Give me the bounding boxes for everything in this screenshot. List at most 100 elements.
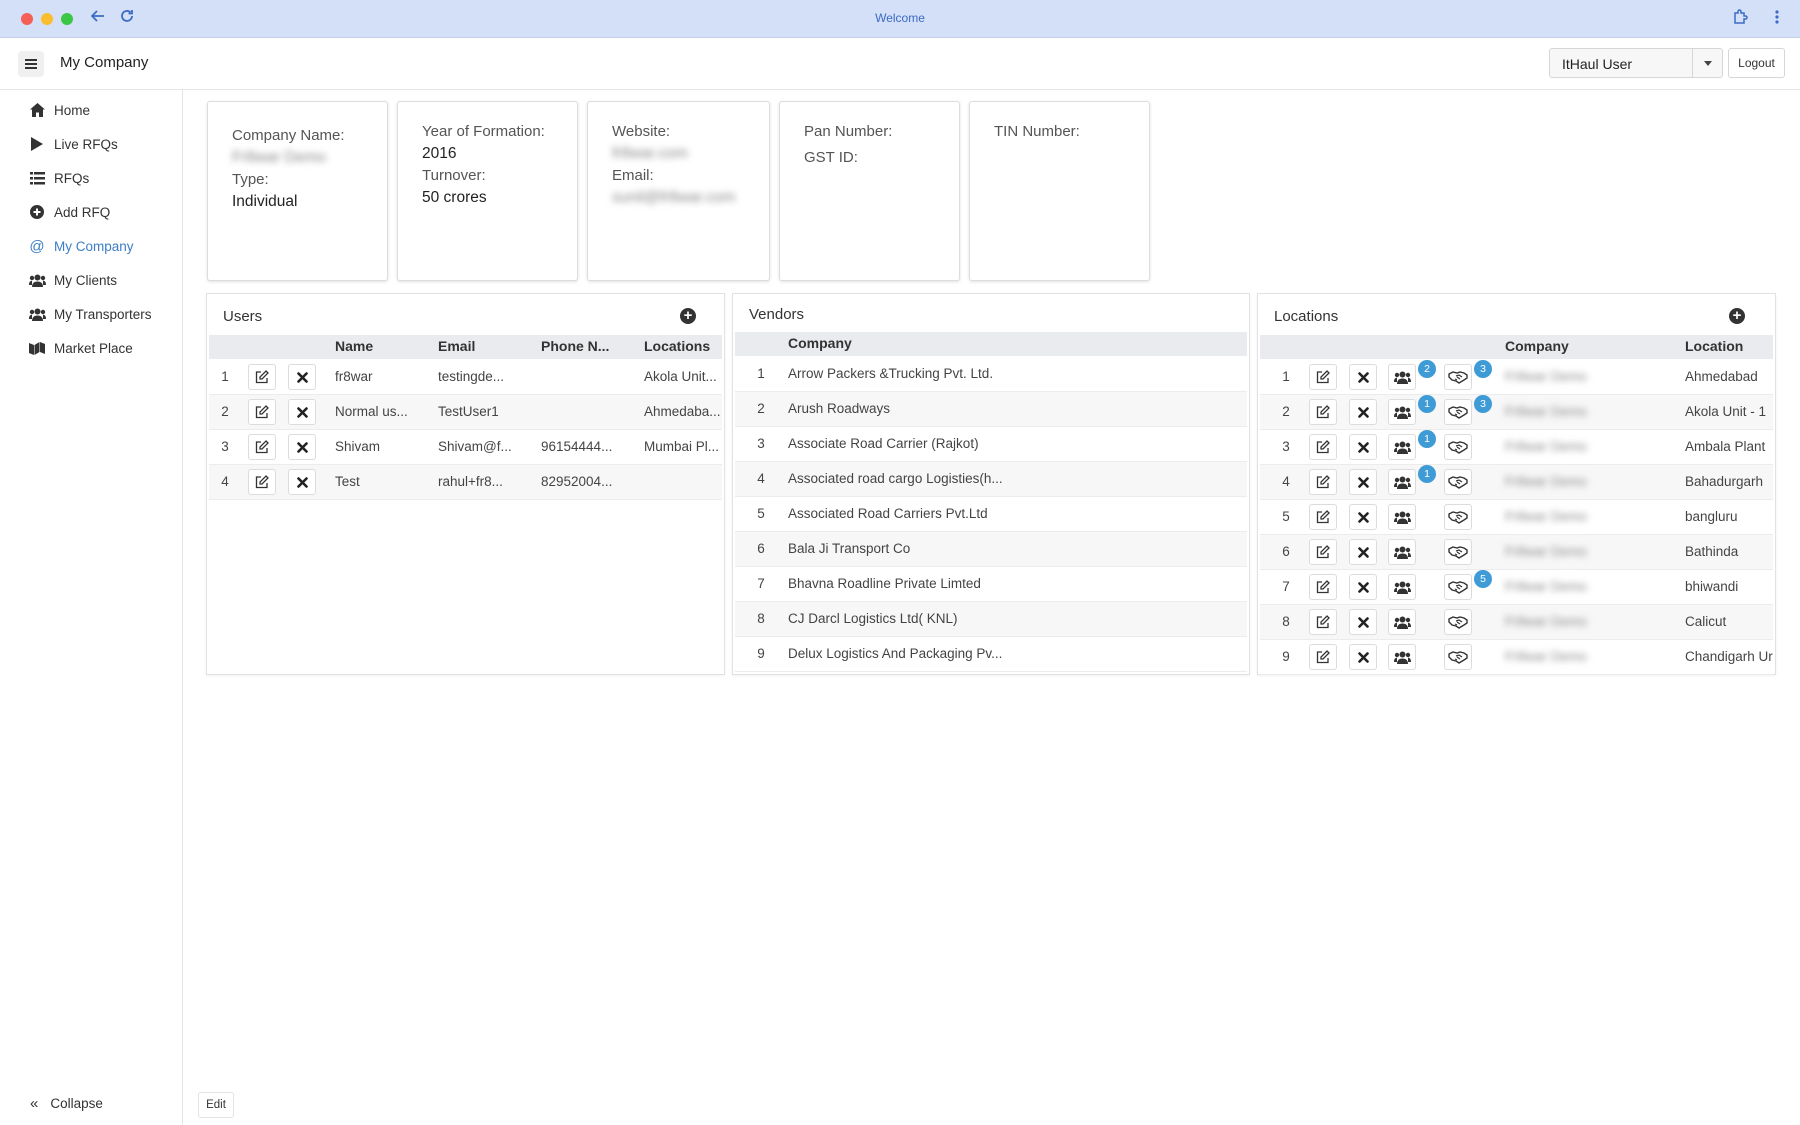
row-index: 9 <box>1282 649 1290 664</box>
sidebar-item-my-transporters[interactable]: My Transporters <box>28 304 152 324</box>
double-chevron-left-icon: « <box>30 1095 39 1112</box>
page-title: My Company <box>60 54 149 71</box>
edit-icon[interactable] <box>1309 399 1337 425</box>
edit-icon[interactable] <box>248 399 276 425</box>
table-row: 8 Fr8war Demo Calicut <box>1260 605 1773 640</box>
edit-icon[interactable] <box>1309 434 1337 460</box>
edit-icon[interactable] <box>1309 364 1337 390</box>
delete-icon[interactable] <box>1349 574 1377 600</box>
add-user-button[interactable]: + <box>680 308 696 324</box>
sidebar-item-home[interactable]: Home <box>28 100 90 120</box>
delete-icon[interactable] <box>1349 609 1377 635</box>
handshake-icon[interactable] <box>1444 609 1472 635</box>
sidebar-item-add-rfq[interactable]: Add RFQ <box>28 202 110 222</box>
row-index: 9 <box>757 646 765 661</box>
edit-icon[interactable] <box>1309 504 1337 530</box>
more-options-icon[interactable] <box>1775 9 1779 31</box>
handshake-icon[interactable] <box>1444 399 1472 425</box>
edit-icon[interactable] <box>1309 574 1337 600</box>
delete-icon[interactable] <box>288 434 316 460</box>
edit-icon[interactable] <box>248 469 276 495</box>
row-index: 3 <box>1282 439 1290 454</box>
email-value: sunil@fr8war.com <box>612 189 736 206</box>
handshake-icon[interactable] <box>1444 364 1472 390</box>
table-row[interactable]: 8 CJ Darcl Logistics Ltd( KNL) <box>735 602 1247 637</box>
delete-icon[interactable] <box>1349 364 1377 390</box>
home-icon <box>28 101 46 119</box>
table-row[interactable]: 5 Associated Road Carriers Pvt.Ltd <box>735 497 1247 532</box>
handshake-icon[interactable] <box>1444 539 1472 565</box>
collapse-button[interactable]: « Collapse <box>30 1095 103 1112</box>
play-icon <box>28 135 46 153</box>
menu-toggle-button[interactable] <box>18 51 44 77</box>
cell-company: Associated road cargo Logisties(h... <box>788 471 1003 486</box>
table-row[interactable]: 6 Bala Ji Transport Co <box>735 532 1247 567</box>
users-icon[interactable] <box>1388 504 1416 530</box>
delete-icon[interactable] <box>1349 469 1377 495</box>
edit-icon[interactable] <box>248 364 276 390</box>
users-icon[interactable] <box>1388 364 1416 390</box>
handshake-icon[interactable] <box>1444 469 1472 495</box>
users-icon[interactable] <box>1388 574 1416 600</box>
users-icon[interactable] <box>1388 399 1416 425</box>
table-row: 4 Test rahul+fr8... 82952004... <box>209 465 722 500</box>
table-row[interactable]: 4 Associated road cargo Logisties(h... <box>735 462 1247 497</box>
company-name-card: Company Name: Fr8war Demo Type: Individu… <box>207 101 388 281</box>
company-name-value: Fr8war Demo <box>232 149 326 166</box>
delete-icon[interactable] <box>1349 399 1377 425</box>
users-table-header: Name Email Phone N... Locations <box>209 335 722 359</box>
chevron-down-icon[interactable] <box>1692 49 1722 77</box>
handshake-icon[interactable] <box>1444 574 1472 600</box>
table-row[interactable]: 1 Arrow Packers &Trucking Pvt. Ltd. <box>735 357 1247 392</box>
plus-circle-icon <box>28 203 46 221</box>
sidebar-item-rfqs[interactable]: RFQs <box>28 168 89 188</box>
table-row[interactable]: 3 Associate Road Carrier (Rajkot) <box>735 427 1247 462</box>
cell-email: TestUser1 <box>438 404 499 419</box>
table-row[interactable]: 7 Bhavna Roadline Private Limted <box>735 567 1247 602</box>
sidebar-item-label: Home <box>54 102 91 118</box>
logout-button[interactable]: Logout <box>1728 48 1785 78</box>
delete-icon[interactable] <box>1349 644 1377 670</box>
cell-company: Fr8war Demo <box>1505 579 1587 594</box>
delete-icon[interactable] <box>288 469 316 495</box>
table-row[interactable]: 9 Delux Logistics And Packaging Pv... <box>735 637 1247 672</box>
turnover-value: 50 crores <box>422 189 487 206</box>
handshake-icon[interactable] <box>1444 504 1472 530</box>
users-panel: Users + Name Email Phone N... Locations … <box>206 293 725 675</box>
edit-button[interactable]: Edit <box>198 1092 234 1118</box>
column-header: Company <box>1505 338 1569 354</box>
cell-company: CJ Darcl Logistics Ltd( KNL) <box>788 611 958 626</box>
delete-icon[interactable] <box>288 399 316 425</box>
sidebar-item-my-company[interactable]: @ My Company <box>28 236 133 256</box>
cell-location: Mumbai Pl... <box>644 439 720 454</box>
users-icon[interactable] <box>1388 644 1416 670</box>
delete-icon[interactable] <box>1349 539 1377 565</box>
delete-icon[interactable] <box>288 364 316 390</box>
extensions-icon[interactable] <box>1732 9 1748 31</box>
users-icon[interactable] <box>1388 469 1416 495</box>
edit-icon[interactable] <box>1309 539 1337 565</box>
edit-icon[interactable] <box>248 434 276 460</box>
delete-icon[interactable] <box>1349 434 1377 460</box>
users-icon[interactable] <box>1388 434 1416 460</box>
sidebar-item-market-place[interactable]: Market Place <box>28 338 133 358</box>
users-icon <box>28 305 46 323</box>
table-row[interactable]: 2 Arush Roadways <box>735 392 1247 427</box>
handshake-icon[interactable] <box>1444 434 1472 460</box>
handshake-icon[interactable] <box>1444 644 1472 670</box>
vendors-panel-title: Vendors <box>749 306 805 323</box>
year-value: 2016 <box>422 145 457 162</box>
cell-location: Chandigarh Ur <box>1685 649 1773 664</box>
edit-icon[interactable] <box>1309 609 1337 635</box>
add-location-button[interactable]: + <box>1729 308 1745 324</box>
users-icon[interactable] <box>1388 609 1416 635</box>
edit-icon[interactable] <box>1309 469 1337 495</box>
delete-icon[interactable] <box>1349 504 1377 530</box>
sidebar-item-live-rfqs[interactable]: Live RFQs <box>28 134 118 154</box>
user-select[interactable]: ItHaul User <box>1549 48 1723 78</box>
cell-name: Test <box>335 474 360 489</box>
column-header: Locations <box>644 338 711 354</box>
sidebar-item-my-clients[interactable]: My Clients <box>28 270 117 290</box>
edit-icon[interactable] <box>1309 644 1337 670</box>
users-icon[interactable] <box>1388 539 1416 565</box>
